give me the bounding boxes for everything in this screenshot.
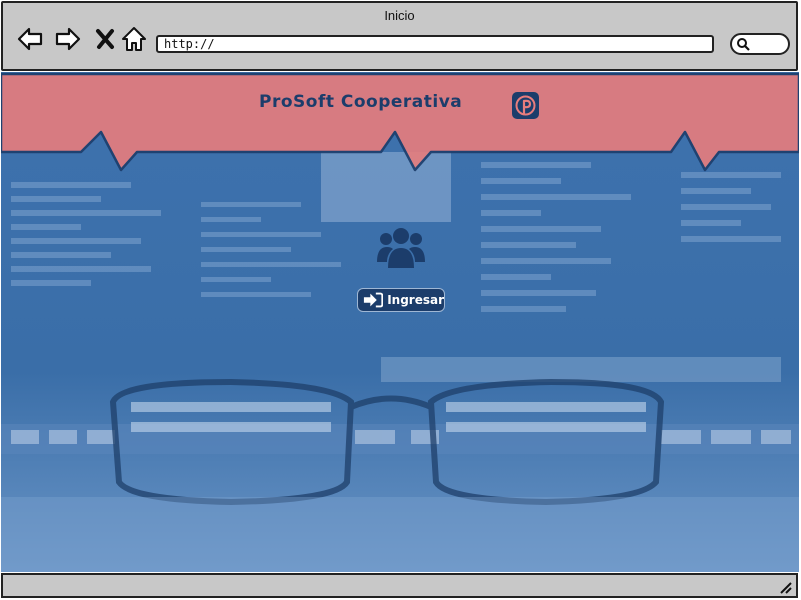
browser-search-button[interactable]	[730, 33, 790, 55]
address-bar[interactable]: http://	[156, 35, 714, 53]
pinterest-icon[interactable]	[512, 92, 539, 119]
forward-icon[interactable]	[54, 25, 82, 53]
header-banner	[1, 72, 799, 172]
back-icon[interactable]	[16, 25, 44, 53]
site-title: ProSoft Cooperativa	[259, 92, 463, 112]
resize-grip-icon[interactable]	[778, 580, 792, 594]
status-bar	[1, 573, 798, 598]
window-title: Inicio	[384, 8, 415, 23]
sign-in-icon	[363, 292, 384, 308]
users-group-icon	[377, 228, 425, 268]
browser-toolbar: Inicio http://	[1, 1, 798, 71]
close-icon[interactable]	[91, 25, 119, 53]
page-content: ProSoft Cooperativa Ingresar	[1, 72, 799, 572]
browser-window: Inicio http:// ProSoft Cooperativa Ingre…	[0, 0, 801, 600]
search-icon	[737, 38, 750, 51]
login-button-label: Ingresar	[387, 293, 444, 307]
home-icon[interactable]	[120, 25, 148, 53]
login-button[interactable]: Ingresar	[357, 288, 445, 312]
